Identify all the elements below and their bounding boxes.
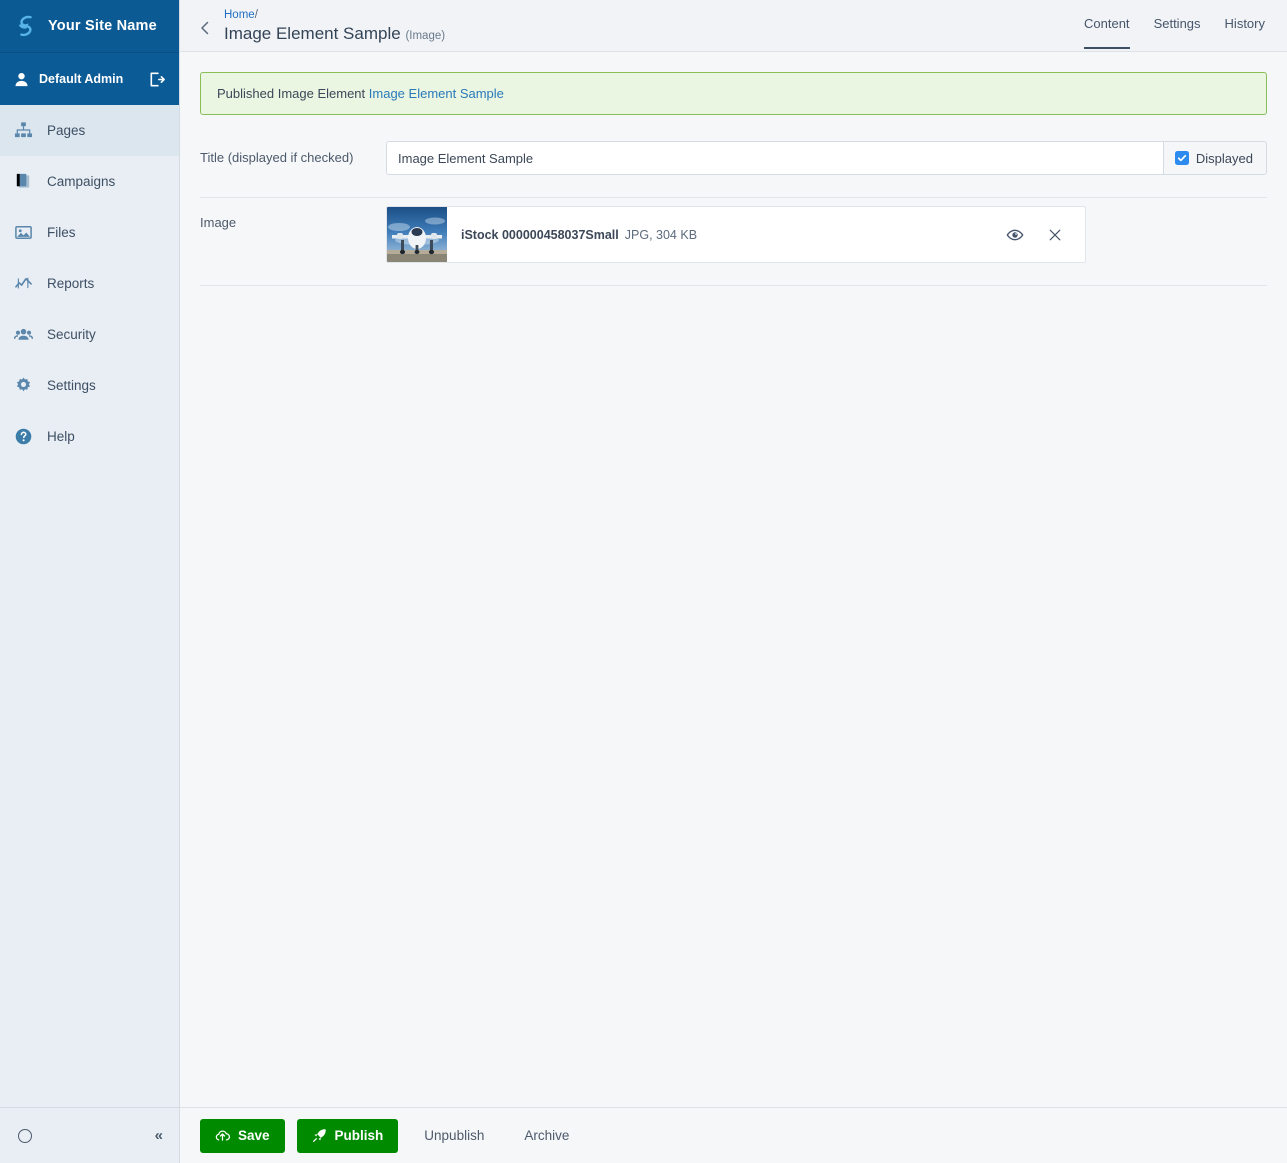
title-field-control: Displayed bbox=[386, 141, 1267, 175]
file-actions bbox=[1005, 207, 1085, 262]
status-banner-link[interactable]: Image Element Sample bbox=[369, 86, 504, 101]
tab-bar: Content Settings History bbox=[1084, 0, 1265, 52]
file-name: iStock 000000458037Small bbox=[461, 227, 619, 242]
title-field-label: Title (displayed if checked) bbox=[200, 150, 354, 165]
main-area: Home/ Image Element Sample (Image) Conte… bbox=[180, 0, 1287, 1163]
tab-settings[interactable]: Settings bbox=[1154, 16, 1201, 49]
file-card[interactable]: iStock 000000458037Small JPG, 304 KB bbox=[386, 206, 1086, 263]
breadcrumb: Home/ Image Element Sample (Image) bbox=[220, 8, 445, 47]
archive-button[interactable]: Archive bbox=[510, 1128, 583, 1143]
breadcrumb-home-link[interactable]: Home bbox=[224, 9, 255, 21]
image-field-label: Image bbox=[200, 215, 237, 230]
sidebar-item-label: Reports bbox=[47, 276, 95, 291]
sidebar-item-pages[interactable]: Pages bbox=[0, 105, 179, 156]
rocket-icon bbox=[312, 1128, 327, 1143]
user-icon bbox=[14, 72, 29, 87]
image-icon bbox=[14, 223, 33, 242]
chevron-left-icon[interactable] bbox=[194, 14, 216, 42]
page-title: Image Element Sample (Image) bbox=[224, 23, 445, 47]
sidebar-item-settings[interactable]: Settings bbox=[0, 360, 179, 411]
unpublish-button[interactable]: Unpublish bbox=[410, 1128, 498, 1143]
title-field-row: Title (displayed if checked) Displayed bbox=[200, 133, 1267, 198]
page-title-subtype: (Image) bbox=[405, 30, 446, 42]
gear-icon bbox=[14, 376, 33, 395]
status-banner-text: Published Image Element bbox=[217, 86, 366, 101]
sidebar-item-label: Files bbox=[47, 225, 76, 240]
sidebar-item-files[interactable]: Files bbox=[0, 207, 179, 258]
tab-history[interactable]: History bbox=[1225, 16, 1265, 49]
book-icon bbox=[14, 172, 33, 191]
page-title-text: Image Element Sample bbox=[224, 24, 401, 43]
sidebar-item-label: Campaigns bbox=[47, 174, 116, 189]
save-button[interactable]: Save bbox=[200, 1118, 285, 1153]
action-bar: Save Publish Unpublish Archive bbox=[180, 1107, 1287, 1163]
sidebar-footer: « bbox=[0, 1107, 179, 1163]
sidebar-item-help[interactable]: Help bbox=[0, 411, 179, 462]
sidebar-item-reports[interactable]: Reports bbox=[0, 258, 179, 309]
content-panel: Published Image Element Image Element Sa… bbox=[180, 52, 1287, 1107]
logout-icon[interactable] bbox=[148, 71, 165, 88]
sidebar-item-label: Settings bbox=[47, 378, 96, 393]
topbar-left: Home/ Image Element Sample (Image) bbox=[194, 0, 445, 47]
displayed-checkbox-label: Displayed bbox=[1195, 150, 1253, 166]
sidebar-item-security[interactable]: Security bbox=[0, 309, 179, 360]
top-bar: Home/ Image Element Sample (Image) Conte… bbox=[180, 0, 1287, 52]
chart-line-icon bbox=[14, 274, 33, 293]
sidebar-item-campaigns[interactable]: Campaigns bbox=[0, 156, 179, 207]
image-field-row: Image iStock 000000458037Small JPG, 304 … bbox=[200, 198, 1267, 286]
sitemap-icon bbox=[14, 121, 33, 140]
save-button-label: Save bbox=[238, 1128, 270, 1143]
users-icon bbox=[14, 325, 33, 344]
user-name: Default Admin bbox=[39, 72, 124, 86]
breadcrumb-separator: / bbox=[254, 9, 258, 21]
tab-content[interactable]: Content bbox=[1084, 16, 1130, 49]
status-banner: Published Image Element Image Element Sa… bbox=[200, 72, 1267, 115]
publish-button-label: Publish bbox=[334, 1128, 384, 1143]
file-meta: iStock 000000458037Small JPG, 304 KB bbox=[447, 207, 1005, 262]
brand-header[interactable]: Your Site Name bbox=[0, 0, 179, 52]
publish-button[interactable]: Publish bbox=[296, 1118, 399, 1153]
sidebar-item-label: Help bbox=[47, 429, 75, 444]
eye-icon[interactable] bbox=[1005, 225, 1025, 245]
title-input[interactable] bbox=[386, 141, 1163, 175]
displayed-checkbox[interactable] bbox=[1174, 151, 1189, 165]
sidebar-nav: Pages Campaigns Files Reports Security S… bbox=[0, 105, 179, 1107]
file-info: JPG, 304 KB bbox=[624, 227, 698, 242]
circle-icon[interactable] bbox=[18, 1128, 32, 1143]
user-bar[interactable]: Default Admin bbox=[0, 52, 179, 105]
sidebar: Your Site Name Default Admin Pages Campa… bbox=[0, 0, 180, 1163]
sidebar-item-label: Security bbox=[47, 327, 96, 342]
breadcrumb-line: Home/ bbox=[224, 8, 445, 22]
displayed-checkbox-group[interactable]: Displayed bbox=[1162, 141, 1267, 175]
cloud-upload-icon bbox=[215, 1128, 230, 1143]
close-x-icon[interactable] bbox=[1045, 225, 1065, 245]
brand-name: Your Site Name bbox=[48, 18, 157, 34]
chevron-double-left-icon[interactable]: « bbox=[155, 1128, 163, 1143]
question-circle-icon bbox=[14, 427, 33, 446]
airplane-photo-thumbnail bbox=[387, 207, 447, 262]
image-field-control: iStock 000000458037Small JPG, 304 KB bbox=[386, 206, 1267, 263]
swoosh-logo-icon bbox=[14, 14, 38, 38]
sidebar-item-label: Pages bbox=[47, 123, 86, 138]
